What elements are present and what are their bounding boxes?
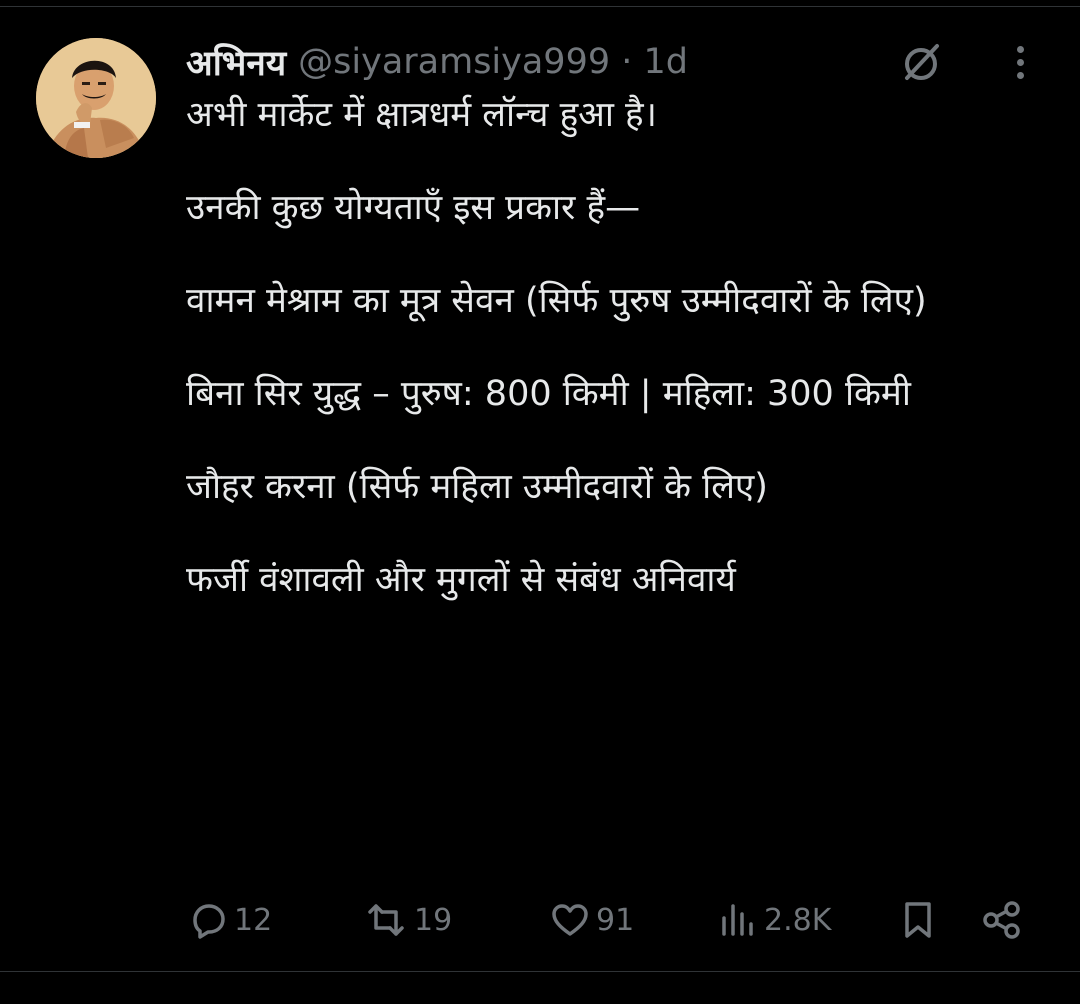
handle-and-time[interactable]: @siyaramsiya999 · 1d xyxy=(298,42,688,82)
more-options-icon[interactable] xyxy=(1004,40,1036,84)
bookmark-button[interactable] xyxy=(896,894,940,946)
reply-button[interactable]: 12 xyxy=(186,894,272,946)
avatar-portrait xyxy=(36,38,156,158)
retweet-button[interactable]: 19 xyxy=(362,894,452,946)
tweet-paragraph: वामन मेश्राम का मूत्र सेवन (सिर्फ पुरुष … xyxy=(186,281,927,321)
grok-icon[interactable] xyxy=(897,40,945,84)
share-button[interactable] xyxy=(980,894,1024,946)
tweet-paragraph: अभी मार्केट में क्षात्रधर्म लॉन्च हुआ है… xyxy=(186,95,657,135)
display-name[interactable]: अभिनय xyxy=(186,39,286,86)
top-divider xyxy=(0,6,1080,7)
more-dot xyxy=(1016,45,1024,53)
retweet-icon xyxy=(368,904,404,936)
more-dot xyxy=(1016,71,1024,79)
more-dot xyxy=(1016,58,1024,66)
tweet-header: अभिनय @siyaramsiya999 · 1d xyxy=(186,36,688,88)
bookmark-icon xyxy=(905,902,931,938)
share-icon xyxy=(983,901,1020,939)
bottom-divider xyxy=(0,971,1080,972)
action-bar: 12 19 91 2.8K xyxy=(186,894,1036,946)
reply-count: 12 xyxy=(234,902,273,938)
tweet-body: अभी मार्केट में क्षात्रधर्म लॉन्च हुआ है… xyxy=(186,92,1036,650)
reply-icon xyxy=(193,904,225,939)
heart-icon xyxy=(552,904,588,936)
like-count: 91 xyxy=(596,902,635,938)
retweet-count: 19 xyxy=(414,902,453,938)
tweet-paragraph: जौहर करना (सिर्फ महिला उम्मीदवारों के लि… xyxy=(186,467,768,507)
views-icon xyxy=(722,904,753,936)
like-button[interactable]: 91 xyxy=(548,894,634,946)
tweet-paragraph: फर्जी वंशावली और मुगलों से संबंध अनिवार्… xyxy=(186,560,736,600)
tweet-paragraph: बिना सिर युद्ध – पुरुष: 800 किमी | महिला… xyxy=(186,374,911,414)
tweet-paragraph: उनकी कुछ योग्यताएँ इस प्रकार हैं— xyxy=(186,188,641,228)
avatar[interactable] xyxy=(36,38,156,158)
view-count: 2.8K xyxy=(764,902,832,938)
views-button[interactable]: 2.8K xyxy=(716,894,831,946)
